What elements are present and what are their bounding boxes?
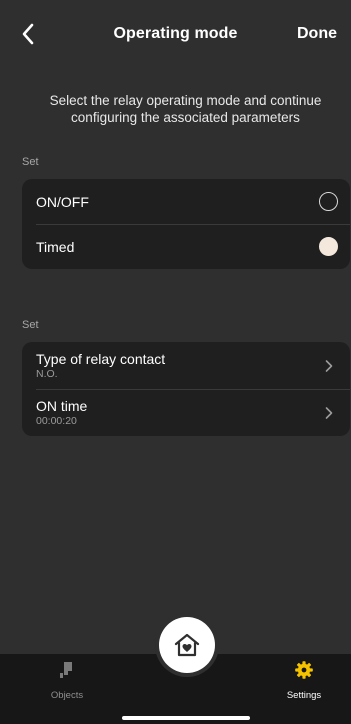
chevron-right-icon <box>325 406 333 419</box>
params-card: Type of relay contact N.O. ON time 00:00… <box>22 342 350 436</box>
radio-button-selected[interactable] <box>319 237 338 256</box>
option-label: ON/OFF <box>36 193 89 210</box>
done-button[interactable]: Done <box>297 25 337 43</box>
home-button[interactable] <box>159 617 215 673</box>
home-indicator <box>122 716 250 720</box>
radio-button[interactable] <box>319 192 338 211</box>
row-value: 00:00:20 <box>36 414 77 427</box>
objects-icon <box>60 662 72 678</box>
row-title: Type of relay contact <box>36 350 166 367</box>
row-relay-contact[interactable]: Type of relay contact N.O. <box>22 342 350 389</box>
tab-label: Objects <box>50 690 84 701</box>
mode-card: ON/OFF Timed <box>22 179 350 269</box>
gear-icon <box>295 661 313 679</box>
row-on-time[interactable]: ON time 00:00:20 <box>22 389 350 436</box>
home-heart-icon <box>174 633 200 657</box>
section-label-params: Set <box>22 319 39 331</box>
row-value: N.O. <box>36 367 58 380</box>
chevron-right-icon <box>325 359 333 372</box>
tab-settings[interactable]: Settings <box>264 654 344 714</box>
section-label-mode: Set <box>22 156 39 168</box>
intro-text: Select the relay operating mode and cont… <box>49 93 322 125</box>
tab-objects[interactable]: Objects <box>27 654 107 714</box>
tab-label: Settings <box>286 690 322 701</box>
row-title: ON time <box>36 397 88 414</box>
option-label: Timed <box>36 238 75 255</box>
option-timed[interactable]: Timed <box>22 224 350 269</box>
option-on-off[interactable]: ON/OFF <box>22 179 350 224</box>
header: Operating mode Done <box>0 0 351 70</box>
